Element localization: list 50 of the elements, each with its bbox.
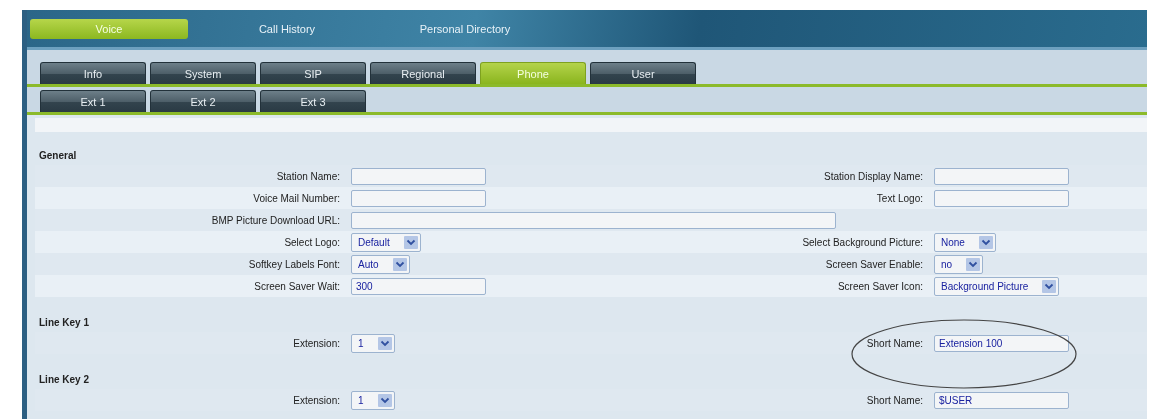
text-field[interactable]: 300 [351,277,486,295]
field-label: Select Background Picture: [801,236,923,248]
field-label: Voice Mail Number: [252,192,340,204]
text-field[interactable] [351,167,486,185]
dropdown[interactable]: Default [351,232,421,252]
dropdown[interactable]: Auto [351,254,410,274]
tab[interactable]: User [590,62,696,84]
dropdown[interactable]: None [934,232,996,252]
chevron-down-icon [1042,279,1057,293]
text-field[interactable]: $USER [934,391,1069,409]
field-label: Screen Saver Enable: [824,258,923,270]
field-label: Extension: [292,394,340,406]
chevron-down-icon [392,257,407,271]
field-label: Extension: [292,337,340,349]
field-label: Station Name: [275,170,340,182]
chevron-down-icon [403,235,418,249]
nav-tab[interactable]: Personal Directory [386,18,544,39]
field-label: Screen Saver Icon: [836,280,923,292]
field-label: Short Name: [865,394,923,406]
tab[interactable]: Ext 1 [40,90,146,112]
field-label: Screen Saver Wait: [253,280,340,292]
dropdown[interactable]: 1 [351,333,395,353]
field-label: BMP Picture Download URL: [210,214,340,226]
section-heading: Line Key 1 [38,316,91,330]
tab[interactable]: Regional [370,62,476,84]
tab[interactable]: Ext 2 [150,90,256,112]
field-label: Station Display Name: [823,170,923,182]
text-field[interactable] [934,189,1069,207]
text-field[interactable] [934,167,1069,185]
tab[interactable]: SIP [260,62,366,84]
chevron-down-icon [966,257,981,271]
field-label: Short Name: [865,337,923,349]
tab[interactable]: Info [40,62,146,84]
dropdown[interactable]: no [934,254,984,274]
field-label: Softkey Labels Font: [247,258,340,270]
chevron-down-icon [377,393,392,407]
tab[interactable]: Ext 3 [260,90,366,112]
nav-tab[interactable]: Call History [208,18,366,39]
text-field[interactable] [351,211,836,229]
dropdown[interactable]: 1 [351,390,395,410]
section-heading: General [38,149,78,163]
text-field[interactable]: Extension 100 [934,334,1069,352]
text-field[interactable] [351,189,486,207]
field-label: Select Logo: [283,236,340,248]
tab[interactable]: System [150,62,256,84]
chevron-down-icon [377,336,392,350]
field-label: Text Logo: [875,192,923,204]
section-heading: Line Key 2 [38,373,91,387]
dropdown[interactable]: Background Picture [934,276,1060,296]
chevron-down-icon [978,235,993,249]
